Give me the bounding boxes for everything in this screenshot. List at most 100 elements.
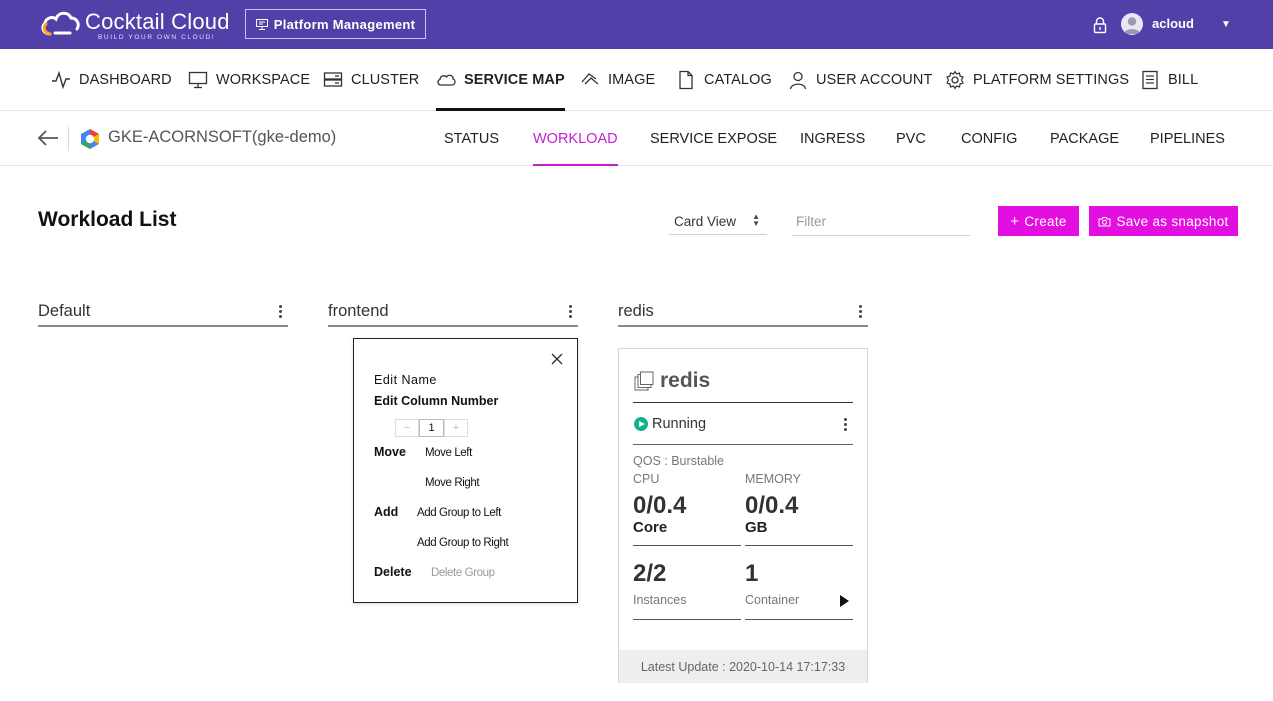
card-footer: Latest Update : 2020-10-14 17:17:33: [619, 650, 867, 683]
close-icon[interactable]: [551, 353, 563, 365]
latest-update-text: Latest Update : 2020-10-14 17:17:33: [640, 659, 846, 674]
nav-platform-settings-label: PLATFORM SETTINGS: [973, 72, 1130, 88]
edit-column-number-label: Edit Column Number: [374, 394, 499, 408]
back-arrow-icon[interactable]: [36, 128, 60, 148]
move-left-option[interactable]: Move Left: [425, 447, 472, 459]
group-menu-kebab-icon[interactable]: [276, 304, 284, 320]
delete-group-option[interactable]: Delete Group: [431, 567, 495, 579]
workload-name[interactable]: redis: [660, 369, 710, 393]
group-name: frontend: [328, 302, 389, 320]
activity-icon: [52, 70, 70, 90]
move-label: Move: [374, 445, 406, 459]
memory-label: MEMORY: [745, 472, 802, 486]
tab-package[interactable]: PACKAGE: [1050, 111, 1119, 166]
main-navigation: DASHBOARD WORKSPACE CLUSTER SERVICE MAP …: [0, 49, 1273, 111]
create-button[interactable]: + Create: [998, 206, 1079, 236]
tab-status[interactable]: STATUS: [444, 111, 499, 166]
group-menu-kebab-icon[interactable]: [856, 304, 864, 320]
cloud-logo-icon: [41, 11, 80, 36]
edit-name-option[interactable]: Edit Name: [374, 373, 437, 387]
cloud-icon: [437, 74, 456, 86]
memory-value: 0/0.4: [745, 492, 799, 519]
tab-ingress-label: INGRESS: [800, 130, 866, 147]
logo-subtitle: BUILD YOUR OWN CLOUD!: [98, 34, 216, 41]
bill-icon: [1142, 70, 1158, 90]
monitor-icon: [188, 71, 208, 89]
metric-divider: [745, 619, 853, 620]
nav-bill[interactable]: BILL: [1140, 49, 1198, 111]
card-divider: [633, 444, 853, 445]
workload-card[interactable]: redis Running QOS : Burstable CPU MEMORY…: [618, 348, 868, 683]
tab-workload[interactable]: WORKLOAD: [533, 111, 618, 166]
memory-unit: GB: [745, 519, 768, 536]
add-group-right-option[interactable]: Add Group to Right: [417, 537, 509, 549]
nav-bill-label: BILL: [1168, 72, 1199, 88]
nav-image-label: IMAGE: [608, 72, 656, 88]
tab-config[interactable]: CONFIG: [961, 111, 1017, 166]
tab-package-label: PACKAGE: [1050, 130, 1120, 147]
stepper-value[interactable]: 1: [419, 419, 444, 437]
cluster-name: GKE-ACORNSOFT(gke-demo): [108, 128, 337, 146]
tab-pipelines[interactable]: PIPELINES: [1150, 111, 1225, 166]
cpu-unit: Core: [633, 519, 668, 536]
instances-label: Instances: [633, 593, 687, 607]
nav-catalog[interactable]: CATALOG: [676, 49, 772, 111]
expand-containers-play-icon[interactable]: [840, 595, 849, 607]
tab-ingress[interactable]: INGRESS: [800, 111, 865, 166]
nav-cluster[interactable]: CLUSTER: [323, 49, 419, 111]
nav-dashboard-label: DASHBOARD: [79, 72, 172, 88]
nav-user-account[interactable]: USER ACCOUNT: [788, 49, 932, 111]
qos-text: QOS : Burstable: [633, 454, 725, 468]
top-bar: Cocktail Cloud BUILD YOUR OWN CLOUD! Pla…: [0, 0, 1273, 49]
username[interactable]: acloud: [1152, 16, 1194, 31]
stepper-plus-button[interactable]: +: [444, 419, 468, 437]
server-icon: [323, 72, 343, 87]
select-arrows-icon: ▲ ▼: [752, 212, 760, 228]
nav-image[interactable]: IMAGE: [580, 49, 655, 111]
nav-platform-settings[interactable]: PLATFORM SETTINGS: [945, 49, 1129, 111]
group-menu-kebab-icon[interactable]: [566, 304, 574, 320]
tab-status-label: STATUS: [444, 130, 500, 147]
running-status-icon: [634, 417, 648, 431]
platform-management-button[interactable]: Platform Management: [245, 9, 426, 39]
add-group-left-option[interactable]: Add Group to Left: [417, 507, 501, 519]
user-menu-caret-icon[interactable]: ▼: [1221, 19, 1231, 30]
card-divider: [633, 402, 853, 403]
delete-label: Delete: [374, 565, 412, 579]
platform-management-label: Platform Management: [273, 16, 416, 32]
cpu-value: 0/0.4: [633, 492, 687, 519]
nav-dashboard[interactable]: DASHBOARD: [51, 49, 172, 111]
card-menu-kebab-icon[interactable]: [841, 417, 849, 433]
tab-service-expose[interactable]: SERVICE EXPOSE: [650, 111, 777, 166]
nav-workspace[interactable]: WORKSPACE: [188, 49, 310, 111]
add-label: Add: [374, 505, 399, 519]
document-icon: [679, 70, 693, 90]
lock-icon[interactable]: [1093, 16, 1107, 34]
cocktail-cloud-logo[interactable]: Cocktail Cloud BUILD YOUR OWN CLOUD!: [40, 7, 230, 43]
nav-user-account-label: USER ACCOUNT: [816, 72, 933, 88]
user-avatar[interactable]: [1121, 13, 1143, 35]
nav-service-map-label: SERVICE MAP: [464, 72, 565, 88]
user-icon: [789, 71, 807, 90]
save-snapshot-button[interactable]: Save as snapshot: [1089, 206, 1238, 236]
monitor-icon: [255, 18, 268, 30]
logo-title: Cocktail Cloud: [85, 9, 230, 34]
header-divider: [68, 127, 69, 151]
filter-input[interactable]: [792, 208, 970, 236]
nav-catalog-label: CATALOG: [704, 72, 772, 88]
tab-pvc[interactable]: PVC: [896, 111, 926, 166]
page-title: Workload List: [38, 208, 177, 231]
tab-workload-label: WORKLOAD: [533, 130, 618, 147]
plus-icon: +: [1010, 212, 1020, 230]
user-avatar-icon: [1123, 17, 1141, 34]
gear-icon: [946, 70, 964, 90]
cluster-sub-header: GKE-ACORNSOFT(gke-demo) STATUS WORKLOAD …: [0, 111, 1273, 166]
tab-config-label: CONFIG: [961, 130, 1018, 147]
container-value: 1: [745, 560, 759, 587]
move-right-option[interactable]: Move Right: [425, 477, 480, 489]
stepper-minus-button[interactable]: −: [395, 419, 419, 437]
view-mode-select[interactable]: Card View ▲ ▼: [669, 208, 767, 235]
nav-service-map[interactable]: SERVICE MAP: [436, 49, 565, 111]
deployment-stack-icon: [634, 371, 654, 391]
tab-pipelines-label: PIPELINES: [1150, 130, 1225, 147]
